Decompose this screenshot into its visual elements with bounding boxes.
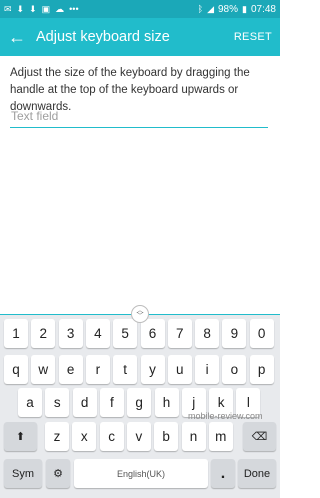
battery-percent: 98%	[218, 3, 239, 15]
key[interactable]: s	[45, 388, 70, 417]
key[interactable]: r	[85, 355, 110, 384]
back-arrow-icon[interactable]: ←	[8, 27, 30, 48]
key[interactable]: l	[236, 388, 261, 417]
key[interactable]: k	[209, 388, 234, 417]
key[interactable]: 8	[195, 319, 220, 348]
page-title: Adjust keyboard size	[36, 29, 170, 45]
bluetooth-icon: ᛒ	[197, 3, 204, 14]
period-key[interactable]: .	[211, 459, 235, 488]
settings-key[interactable]: ⚙	[46, 459, 70, 488]
app-bar: ← Adjust keyboard size RESET	[0, 18, 280, 56]
key[interactable]: x	[72, 422, 97, 451]
gear-icon: ⚙	[53, 468, 63, 480]
key[interactable]: v	[126, 422, 151, 451]
keyboard: ⬆ ⌫ Sym ⚙ English(UK) . Done 1234567890 q…	[0, 315, 280, 498]
key[interactable]: 7	[167, 319, 192, 348]
key[interactable]: z	[45, 422, 69, 451]
key[interactable]: g	[127, 388, 152, 417]
reset-button[interactable]: RESET	[234, 31, 272, 43]
shift-key[interactable]: ⬆	[4, 422, 37, 451]
key[interactable]: y	[140, 355, 165, 384]
key[interactable]: 5	[113, 319, 138, 348]
text-field[interactable]	[10, 104, 268, 128]
key[interactable]: a	[18, 388, 42, 417]
key[interactable]: 4	[85, 319, 110, 348]
clock: 07:48	[250, 3, 276, 15]
image-icon: ▣	[41, 3, 51, 14]
key[interactable]: u	[167, 355, 192, 384]
key[interactable]: 9	[222, 319, 247, 348]
keyboard-resize-handle[interactable]: ︿ ﹀	[131, 305, 149, 323]
key[interactable]: 6	[140, 319, 165, 348]
key[interactable]: c	[99, 422, 124, 451]
key[interactable]: i	[195, 355, 220, 384]
signal-icon: ◢	[207, 3, 214, 14]
sym-key[interactable]: Sym	[4, 459, 42, 488]
key[interactable]: 0	[249, 319, 274, 348]
backspace-icon: ⌫	[251, 431, 268, 443]
download-icon: ⬇	[29, 3, 37, 14]
cloud-icon: ☁	[55, 3, 65, 14]
key[interactable]: 1	[4, 319, 28, 348]
key[interactable]: q	[4, 355, 28, 384]
backspace-key[interactable]: ⌫	[243, 422, 276, 451]
shift-arrow-icon: ⬆	[15, 431, 26, 443]
key[interactable]: m	[208, 422, 233, 451]
status-bar: ✉ ⬇ ⬇ ▣ ☁ ••• ᛒ ◢ 98% ▮ 07:48	[0, 0, 280, 18]
key[interactable]: 3	[58, 319, 83, 348]
key[interactable]: e	[58, 355, 83, 384]
chevron-down-icon: ﹀	[136, 313, 144, 320]
key[interactable]: f	[99, 388, 124, 417]
download-icon: ⬇	[16, 3, 25, 14]
key[interactable]: n	[181, 422, 206, 451]
key[interactable]: d	[72, 388, 97, 417]
key[interactable]: j	[181, 388, 206, 417]
key[interactable]: b	[154, 422, 179, 451]
key[interactable]: 2	[31, 319, 56, 348]
space-key[interactable]: English(UK)	[74, 459, 208, 488]
key[interactable]: p	[249, 355, 274, 384]
key[interactable]: h	[154, 388, 179, 417]
done-key[interactable]: Done	[238, 459, 276, 488]
more-icon: •••	[69, 3, 79, 14]
key[interactable]: t	[113, 355, 138, 384]
key[interactable]: w	[31, 355, 56, 384]
key[interactable]: o	[222, 355, 247, 384]
mail-icon: ✉	[4, 3, 12, 14]
battery-icon: ▮	[242, 3, 247, 14]
